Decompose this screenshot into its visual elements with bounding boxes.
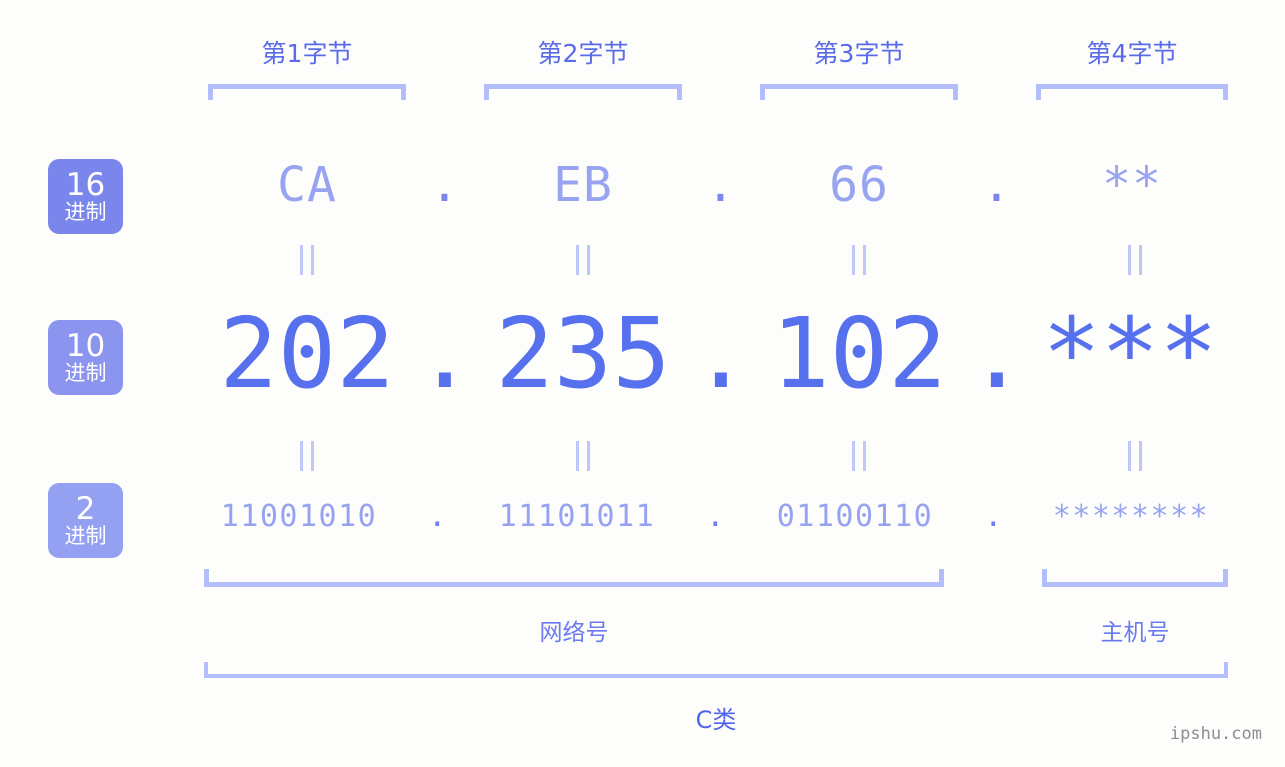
ip-address-breakdown-diagram: 第1字节 第2字节 第3字节 第4字节 16 进制 10 进制 2 进制 CA … (0, 0, 1285, 767)
decimal-separator-2: . (691, 297, 751, 410)
binary-octet-1: 11001010 (220, 499, 378, 534)
network-portion-bracket (204, 569, 944, 587)
radix-badge-binary-number: 2 (75, 491, 96, 527)
binary-separator-1: . (428, 499, 448, 534)
radix-badge-hex-suffix: 进制 (64, 200, 107, 224)
decimal-octet-1: 202 (219, 297, 395, 410)
equals-mark-hex-dec-2 (576, 245, 590, 275)
hex-separator-1: . (430, 157, 460, 213)
hex-separator-3: . (982, 157, 1012, 213)
equals-mark-dec-bin-1 (300, 441, 314, 471)
radix-badge-hex: 16 进制 (48, 159, 123, 234)
host-portion-bracket (1042, 569, 1228, 587)
binary-octet-4: ******** (1052, 499, 1210, 534)
byte-bracket-4 (1036, 84, 1228, 100)
address-class-label: C类 (695, 706, 737, 734)
byte-bracket-1 (208, 84, 406, 100)
address-class-bracket (204, 662, 1228, 678)
radix-badge-binary-suffix: 进制 (64, 524, 107, 548)
decimal-octet-2: 235 (495, 297, 671, 410)
radix-badge-hex-number: 16 (65, 167, 106, 203)
host-portion-label: 主机号 (1100, 620, 1170, 646)
binary-octet-3: 01100110 (776, 499, 934, 534)
radix-badge-binary: 2 进制 (48, 483, 123, 558)
radix-badge-decimal: 10 进制 (48, 320, 123, 395)
radix-badge-decimal-suffix: 进制 (64, 361, 107, 385)
decimal-octet-3: 102 (771, 297, 947, 410)
decimal-separator-3: . (967, 297, 1027, 410)
equals-mark-dec-bin-2 (576, 441, 590, 471)
hex-octet-1: CA (277, 157, 337, 213)
network-portion-label: 网络号 (539, 620, 609, 646)
binary-octet-2: 11101011 (498, 499, 656, 534)
hex-octet-4: ** (1102, 157, 1162, 213)
binary-separator-3: . (984, 499, 1004, 534)
equals-mark-dec-bin-4 (1128, 441, 1142, 471)
equals-mark-hex-dec-4 (1128, 245, 1142, 275)
byte-header-label-3: 第3字节 (813, 39, 905, 68)
binary-separator-2: . (706, 499, 726, 534)
equals-mark-dec-bin-3 (852, 441, 866, 471)
site-watermark: ipshu.com (1169, 724, 1262, 744)
hex-octet-2: EB (553, 157, 613, 213)
hex-octet-3: 66 (829, 157, 889, 213)
hex-separator-2: . (706, 157, 736, 213)
byte-header-label-4: 第4字节 (1086, 39, 1178, 68)
radix-badge-decimal-number: 10 (65, 328, 106, 364)
byte-header-label-1: 第1字节 (261, 39, 353, 68)
decimal-separator-1: . (415, 297, 475, 410)
equals-mark-hex-dec-3 (852, 245, 866, 275)
byte-bracket-3 (760, 84, 958, 100)
equals-mark-hex-dec-1 (300, 245, 314, 275)
decimal-octet-4: *** (1042, 297, 1218, 410)
byte-bracket-2 (484, 84, 682, 100)
byte-header-label-2: 第2字节 (537, 39, 629, 68)
